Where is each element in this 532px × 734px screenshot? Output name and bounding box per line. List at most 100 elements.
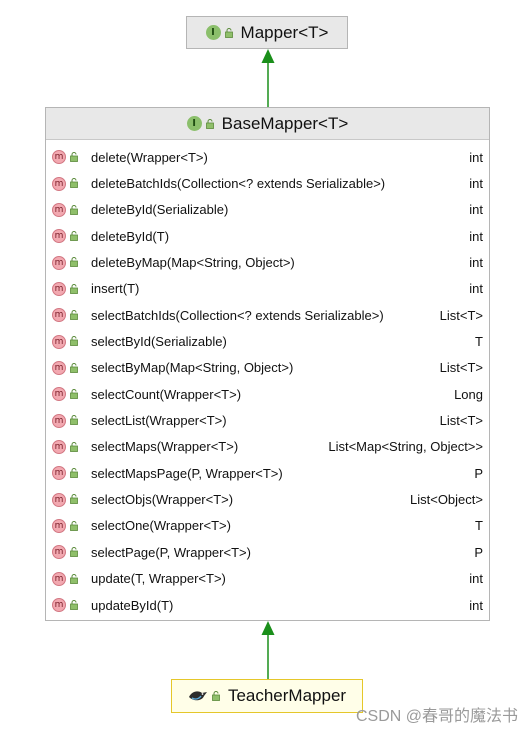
method-badge-icon: m — [52, 176, 66, 191]
method-badge-icon: m — [52, 255, 66, 270]
method-signature: deleteById(Serializable) — [91, 202, 229, 218]
mapper-title: Mapper<T> — [240, 22, 329, 42]
lock-icon — [70, 599, 78, 610]
method-signature: selectMapsPage(P, Wrapper<T>) — [91, 465, 283, 481]
method-badge-icon: m — [52, 439, 66, 454]
method-return-type: List<T> — [439, 413, 483, 429]
mapper-interface-node[interactable]: I Mapper<T> — [186, 16, 348, 49]
method-badge-icon: m — [52, 598, 66, 613]
lock-icon — [70, 468, 78, 479]
method-row[interactable]: m selectList(Wrapper<T>) List<T> — [46, 407, 489, 433]
method-row[interactable]: m deleteBatchIds(Collection<? extends Ser… — [46, 170, 489, 196]
method-badge-icon: m — [52, 281, 66, 296]
lock-icon — [70, 283, 78, 294]
inheritance-arrow-teacher-to-base — [261, 621, 275, 679]
method-row[interactable]: m selectOne(Wrapper<T>) T — [46, 513, 489, 539]
method-return-type: List<T> — [439, 360, 483, 376]
method-signature: selectList(Wrapper<T>) — [91, 413, 227, 429]
method-badge-icon: m — [52, 387, 66, 402]
method-signature: selectBatchIds(Collection<? extends Seri… — [91, 307, 384, 323]
lock-icon — [70, 231, 78, 241]
method-row[interactable]: m deleteById(Serializable) int — [46, 197, 489, 223]
method-list: m delete(Wrapper<T>) int m deleteBatchIds(Co… — [46, 140, 489, 618]
method-badge-icon: m — [52, 518, 66, 533]
method-row[interactable]: m selectPage(P, Wrapper<T>) P — [46, 539, 489, 565]
method-signature: selectCount(Wrapper<T>) — [91, 386, 242, 402]
method-row[interactable]: m deleteById(T) int — [46, 223, 489, 249]
lock-icon — [224, 27, 233, 38]
method-badge-icon: m — [52, 360, 66, 375]
lock-icon — [70, 441, 78, 452]
method-return-type: T — [475, 334, 483, 350]
basemapper-interface-node[interactable]: I BaseMapper<T> m delete(Wrapper<T>) int m d… — [45, 107, 490, 621]
basemapper-title: BaseMapper<T> — [221, 113, 349, 133]
method-signature: deleteByMap(Map<String, Object>) — [91, 255, 295, 271]
mybatis-bird-icon — [188, 691, 207, 701]
method-row[interactable]: m selectCount(Wrapper<T>) Long — [46, 381, 489, 407]
method-return-type: int — [469, 228, 483, 244]
lock-icon — [205, 118, 214, 129]
method-return-type: P — [474, 465, 483, 481]
lock-icon — [70, 415, 78, 426]
method-row[interactable]: m update(T, Wrapper<T>) int — [46, 566, 489, 592]
method-return-type: List<T> — [439, 307, 483, 323]
method-badge-icon: m — [52, 492, 66, 507]
teachermapper-interface-node[interactable]: TeacherMapper — [171, 679, 363, 713]
method-return-type: int — [469, 597, 483, 613]
interface-badge-icon: I — [186, 116, 202, 131]
method-badge-icon: m — [52, 571, 66, 586]
method-return-type: int — [469, 571, 483, 587]
method-badge-icon: m — [52, 545, 66, 560]
method-signature: delete(Wrapper<T>) — [91, 149, 208, 165]
lock-icon — [70, 310, 78, 320]
method-return-type: int — [469, 149, 483, 165]
method-signature: deleteById(T) — [91, 228, 170, 244]
method-badge-icon: m — [52, 334, 66, 349]
method-row[interactable]: m selectObjs(Wrapper<T>) List<Object> — [46, 486, 489, 512]
method-return-type: T — [475, 518, 483, 534]
method-row[interactable]: m selectById(Serializable) T — [46, 328, 489, 354]
method-return-type: P — [474, 544, 483, 560]
lock-icon — [70, 336, 78, 347]
method-badge-icon: m — [52, 202, 66, 217]
method-row[interactable]: m selectMapsPage(P, Wrapper<T>) P — [46, 460, 489, 486]
teachermapper-title: TeacherMapper — [227, 686, 347, 705]
method-return-type: List<Object> — [410, 492, 483, 508]
teachermapper-header: TeacherMapper — [172, 680, 362, 712]
method-row[interactable]: m deleteByMap(Map<String, Object>) int — [46, 249, 489, 275]
method-signature: selectObjs(Wrapper<T>) — [91, 492, 234, 508]
method-signature: update(T, Wrapper<T>) — [91, 571, 226, 587]
method-badge-icon: m — [52, 466, 66, 481]
method-return-type: int — [469, 202, 483, 218]
lock-icon — [70, 389, 78, 399]
method-row[interactable]: m updateById(T) int — [46, 592, 489, 618]
method-row[interactable]: m delete(Wrapper<T>) int — [46, 144, 489, 170]
method-row[interactable]: m selectByMap(Map<String, Object>) List<T> — [46, 355, 489, 381]
mapper-header: I Mapper<T> — [187, 17, 347, 48]
lock-icon — [70, 547, 78, 558]
lock-icon — [70, 178, 78, 189]
method-badge-icon: m — [52, 413, 66, 428]
lock-icon — [70, 257, 78, 268]
method-return-type: Long — [454, 386, 483, 402]
method-signature: deleteBatchIds(Collection<? extends Seri… — [91, 176, 386, 192]
basemapper-header: I BaseMapper<T> — [46, 108, 489, 140]
method-row[interactable]: m insert(T) int — [46, 276, 489, 302]
method-signature: selectOne(Wrapper<T>) — [91, 518, 231, 534]
method-row[interactable]: m selectMaps(Wrapper<T>) List<Map<String, … — [46, 434, 489, 460]
method-badge-icon: m — [52, 150, 66, 165]
method-badge-icon: m — [52, 229, 66, 244]
method-signature: selectMaps(Wrapper<T>) — [91, 439, 239, 455]
method-return-type: List<Map<String, Object>> — [328, 439, 483, 455]
watermark: CSDN @春哥的魔法书 — [355, 708, 518, 725]
method-signature: selectById(Serializable) — [91, 334, 227, 350]
method-badge-icon: m — [52, 308, 66, 323]
method-signature: insert(T) — [91, 281, 140, 297]
method-return-type: int — [469, 176, 483, 192]
method-row[interactable]: m selectBatchIds(Collection<? extends Ser… — [46, 302, 489, 328]
method-return-type: int — [469, 255, 483, 271]
method-signature: selectPage(P, Wrapper<T>) — [91, 544, 251, 560]
method-return-type: int — [469, 281, 483, 297]
method-signature: selectByMap(Map<String, Object>) — [91, 360, 294, 376]
lock-icon — [212, 691, 220, 701]
